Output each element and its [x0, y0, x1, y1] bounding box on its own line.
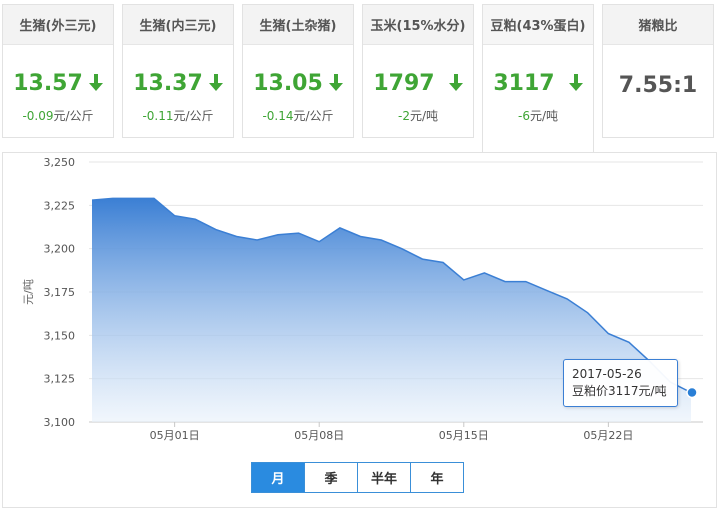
card-title: 生猪(外三元): [3, 5, 113, 45]
y-axis-label: 元/吨: [22, 279, 35, 305]
y-tick-label: 3,175: [44, 286, 76, 299]
price-card-pig-grain-ratio[interactable]: 猪粮比 7.55:1: [602, 4, 714, 138]
card-price-value: 3117: [493, 70, 555, 96]
card-change-value: -0.14: [262, 109, 294, 123]
price-area-chart[interactable]: 3,100 3,125 3,150 3,175 3,200 3,225 3,250 05月0…: [3, 153, 718, 509]
arrow-down-icon: [568, 74, 583, 92]
card-change: -0.09元/公斤: [3, 107, 113, 124]
highlight-point[interactable]: [686, 386, 698, 399]
card-title: 豆粕(43%蛋白): [483, 5, 593, 45]
range-button-half-year[interactable]: 半年: [357, 462, 411, 493]
card-title: 生猪(土杂猪): [243, 5, 353, 45]
card-change-unit: 元/吨: [409, 109, 438, 123]
card-title: 猪粮比: [603, 5, 713, 45]
card-price-value: 13.57: [13, 70, 83, 96]
card-change: -0.14元/公斤: [243, 107, 353, 124]
card-price: 3117: [483, 69, 593, 97]
arrow-down-icon: [88, 74, 103, 92]
card-change-value: -6: [517, 109, 530, 123]
y-tick-label: 3,100: [44, 416, 76, 429]
price-chart-panel: 3,100 3,125 3,150 3,175 3,200 3,225 3,250 05月0…: [2, 152, 717, 508]
tooltip-date: 2017-05-26: [572, 367, 642, 381]
card-change-unit: 元/公斤: [173, 109, 214, 123]
arrow-down-icon: [208, 74, 223, 92]
card-price-value: 13.37: [133, 70, 203, 96]
y-tick-label: 3,150: [44, 329, 76, 342]
price-card-pig-local[interactable]: 生猪(土杂猪) 13.05 -0.14元/公斤: [242, 4, 354, 138]
range-selector: 月 季 半年 年: [251, 462, 464, 493]
price-card-pig-external[interactable]: 生猪(外三元) 13.57 -0.09元/公斤: [2, 4, 114, 138]
card-price: 13.37: [123, 69, 233, 97]
card-price-value: 13.05: [253, 70, 323, 96]
y-tick-label: 3,200: [44, 243, 76, 256]
range-button-month[interactable]: 月: [251, 462, 305, 493]
y-tick-label: 3,250: [44, 156, 76, 169]
y-tick-label: 3,225: [44, 199, 76, 212]
card-change-unit: 元/公斤: [53, 109, 94, 123]
price-cards: 生猪(外三元) 13.57 -0.09元/公斤 生猪(内三元) 13.37 -0…: [0, 0, 721, 152]
card-price-value: 7.55:1: [618, 72, 698, 98]
price-card-soymeal[interactable]: 豆粕(43%蛋白) 3117 -6元/吨: [482, 4, 594, 152]
x-tick-label: 05月22日: [583, 429, 633, 442]
card-price: 13.57: [3, 69, 113, 97]
card-change: -0.11元/公斤: [123, 107, 233, 124]
price-card-pig-internal[interactable]: 生猪(内三元) 13.37 -0.11元/公斤: [122, 4, 234, 138]
arrow-down-icon: [448, 74, 463, 92]
x-tick-label: 05月01日: [150, 429, 200, 442]
card-change-unit: 元/公斤: [293, 109, 334, 123]
card-price: 1797: [363, 69, 473, 97]
y-axis: 3,100 3,125 3,150 3,175 3,200 3,225 3,250: [44, 156, 76, 429]
x-tick-label: 05月15日: [439, 429, 489, 442]
range-button-quarter[interactable]: 季: [304, 462, 358, 493]
range-button-year[interactable]: 年: [410, 462, 464, 493]
card-price: 7.55:1: [603, 71, 713, 99]
arrow-down-icon: [328, 74, 343, 92]
card-change-unit: 元/吨: [529, 109, 558, 123]
price-card-corn[interactable]: 玉米(15%水分) 1797 -2元/吨: [362, 4, 474, 138]
card-price: 13.05: [243, 69, 353, 97]
y-tick-label: 3,125: [44, 373, 76, 386]
chart-tooltip: 2017-05-26 豆粕价3117元/吨: [563, 359, 678, 407]
tooltip-value: 豆粕价3117元/吨: [572, 384, 667, 398]
x-axis: 05月01日 05月08日 05月15日 05月22日: [150, 422, 633, 442]
card-change: -2元/吨: [363, 107, 473, 124]
x-tick-label: 05月08日: [294, 429, 344, 442]
card-title: 生猪(内三元): [123, 5, 233, 45]
card-title: 玉米(15%水分): [363, 5, 473, 45]
card-price-value: 1797: [373, 70, 435, 96]
card-change-value: -2: [397, 109, 410, 123]
card-change-value: -0.11: [142, 109, 174, 123]
card-change: -6元/吨: [483, 107, 593, 124]
card-change-value: -0.09: [22, 109, 54, 123]
